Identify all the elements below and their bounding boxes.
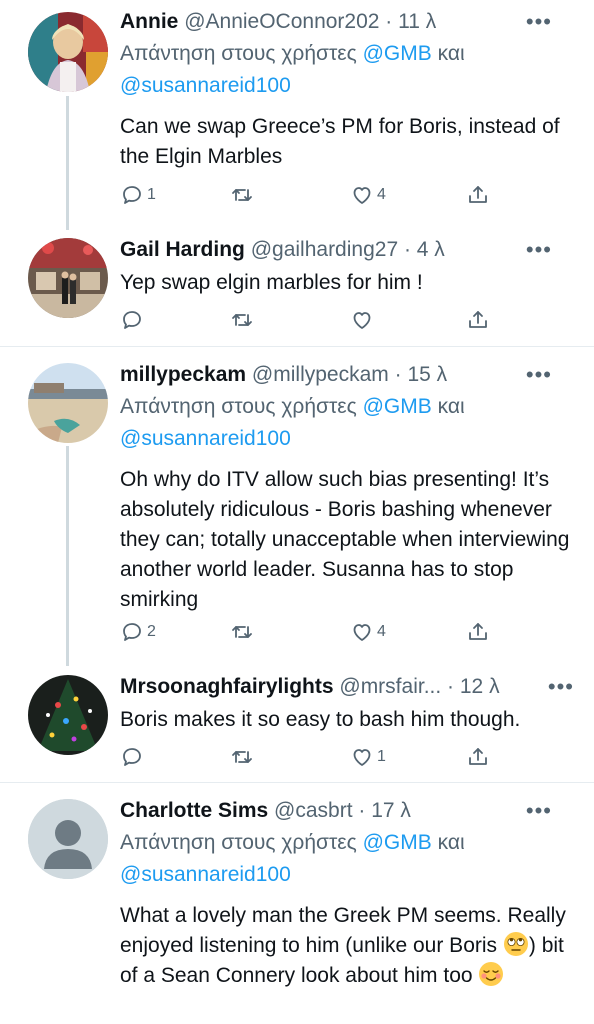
avatar[interactable] [28,363,108,443]
author-handle[interactable]: @casbrt [274,799,353,822]
like-button[interactable]: 4 [350,617,386,647]
like-icon [353,624,371,641]
tweet-time[interactable]: 4 λ [417,238,445,261]
share-icon [469,311,487,328]
relieved-smile-emoji [478,961,504,987]
like-button[interactable] [350,305,377,335]
tweet[interactable]: Charlotte Sims @casbrt · 17 λ ••• Απάντη… [0,783,594,1024]
author-name[interactable]: Charlotte Sims [120,799,268,822]
reply-icon [123,311,141,329]
retweet-button[interactable] [230,617,257,647]
like-icon [353,187,371,204]
share-button[interactable] [466,742,490,772]
reply-button[interactable] [120,742,147,772]
mention-link[interactable]: @susannareid100 [120,74,291,97]
share-button[interactable] [466,180,490,210]
mention-link[interactable]: @GMB [363,395,432,418]
separator-dot: · [398,238,417,261]
tweet-actions: 1 4 [120,180,500,210]
like-icon [353,312,371,329]
reply-button[interactable]: 2 [120,617,156,647]
like-button[interactable]: 1 [350,742,386,772]
tweet[interactable]: Gail Harding @gailharding27 · 4 λ ••• Ye… [0,230,594,346]
avatar[interactable] [28,675,108,755]
author-name[interactable]: Annie [120,10,178,33]
reply-icon [123,623,141,641]
share-icon [469,186,487,203]
author-name[interactable]: millypeckam [120,363,246,386]
tweet[interactable]: Annie @AnnieOConnor202 · 11 λ ••• Απάντη… [0,0,594,230]
share-icon [469,623,487,640]
reply-count: 2 [147,623,156,640]
author-name[interactable]: Mrsoonaghfairylights [120,675,334,698]
retweet-icon [232,751,252,763]
share-button[interactable] [466,617,490,647]
tweet[interactable]: Mrsoonaghfairylights @mrsfair... · 12 λ … [0,667,594,782]
reply-context: Απάντηση στους χρήστες @GMB και @susanna… [120,395,465,450]
author-handle[interactable]: @gailharding27 [251,238,398,261]
retweet-button[interactable] [230,180,257,210]
tweet-actions: 2 4 [120,617,500,647]
like-button[interactable]: 4 [350,180,386,210]
avatar[interactable] [28,12,108,92]
share-button[interactable] [466,305,490,335]
like-count: 1 [377,748,386,765]
separator-dot: · [388,363,408,386]
tweet-actions [120,305,500,335]
reply-icon [123,748,141,766]
share-icon [469,748,487,765]
author-handle[interactable]: @AnnieOConnor202 [184,10,379,33]
like-count: 4 [377,186,386,203]
author-handle[interactable]: @millypeckam [252,363,389,386]
reply-count: 1 [147,186,156,203]
reply-context: Απάντηση στους χρήστες @GMB και @susanna… [120,42,465,97]
retweet-icon [232,189,252,201]
mention-link[interactable]: @GMB [363,831,432,854]
retweet-button[interactable] [230,742,257,772]
tweet-text: What a lovely man the Greek PM seems. Re… [120,904,566,987]
reply-button[interactable] [120,305,147,335]
tweet-time[interactable]: 15 λ [407,363,447,386]
author-name[interactable]: Gail Harding [120,238,245,261]
reply-context: Απάντηση στους χρήστες @GMB και @susanna… [120,831,465,886]
separator-dot: · [352,799,372,822]
more-icon[interactable]: ••• [526,6,552,38]
tweet-time[interactable]: 12 λ [460,675,500,698]
tweet-text: Can we swap Greece’s PM for Boris, inste… [120,115,560,168]
mention-link[interactable]: @susannareid100 [120,427,291,450]
separator-dot: · [379,10,399,33]
rolling-eyes-emoji [503,931,529,957]
tweet[interactable]: millypeckam @millypeckam · 15 λ ••• Απάν… [0,347,594,667]
more-icon[interactable]: ••• [526,795,552,827]
mention-link[interactable]: @susannareid100 [120,863,291,886]
separator-dot: · [441,675,460,698]
more-icon[interactable]: ••• [548,671,574,703]
tweet-time[interactable]: 17 λ [371,799,411,822]
avatar[interactable] [28,238,108,318]
retweet-icon [232,626,252,638]
tweet-time[interactable]: 11 λ [398,10,436,33]
tweet-actions: 1 [120,742,500,772]
reply-button[interactable]: 1 [120,180,156,210]
like-icon [353,749,371,766]
reply-icon [123,186,141,204]
more-icon[interactable]: ••• [526,359,552,391]
author-handle[interactable]: @mrsfair... [339,675,441,698]
retweet-button[interactable] [230,305,257,335]
tweet-text: Oh why do ITV allow such bias presenting… [120,468,570,611]
avatar[interactable] [28,799,108,879]
retweet-icon [232,314,252,326]
more-icon[interactable]: ••• [526,234,552,266]
like-count: 4 [377,623,386,640]
mention-link[interactable]: @GMB [363,42,432,65]
tweet-text: Yep swap elgin marbles for him ! [120,271,423,294]
tweet-text: Boris makes it so easy to bash him thoug… [120,708,521,731]
